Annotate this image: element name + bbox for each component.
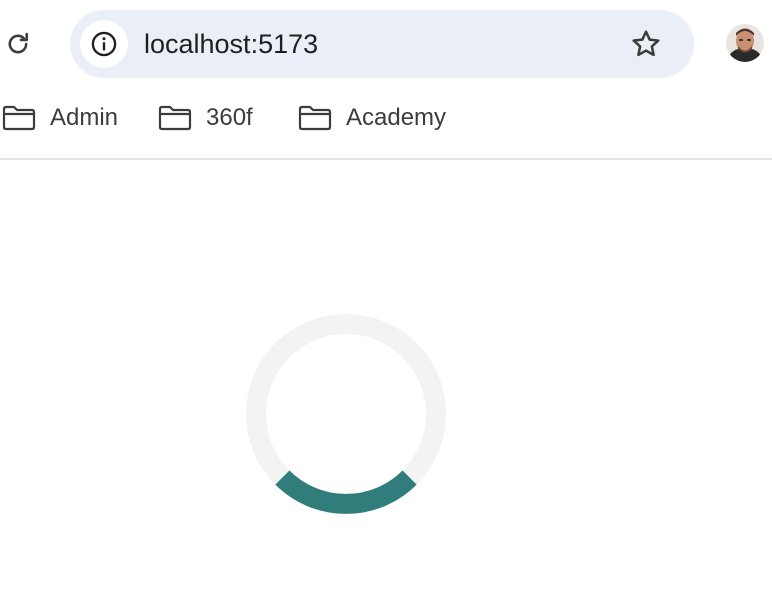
address-bar[interactable]: localhost:5173 (70, 10, 694, 78)
avatar-image (726, 24, 764, 62)
browser-toolbar: localhost:5173 Admin 360f Academy (0, 0, 772, 158)
bookmark-label: Admin (50, 104, 119, 131)
reload-button[interactable] (2, 28, 34, 60)
info-icon (91, 31, 117, 57)
bookmark-folder-academy[interactable]: Academy (298, 96, 446, 140)
folder-icon (298, 105, 332, 131)
bookmark-label: 360f (206, 104, 253, 131)
loading-spinner (246, 314, 446, 514)
spinner-arc (275, 470, 417, 514)
folder-icon (2, 105, 36, 131)
star-icon (632, 30, 660, 57)
bookmarks-bar: Admin 360f Academy (0, 96, 772, 140)
url-text[interactable]: localhost:5173 (144, 27, 318, 61)
folder-icon (158, 105, 192, 131)
bookmark-star-button[interactable] (628, 26, 664, 62)
bookmark-folder-admin[interactable]: Admin (2, 96, 118, 140)
site-info-button[interactable] (80, 20, 128, 68)
reload-icon (8, 32, 29, 54)
profile-avatar[interactable] (726, 24, 764, 62)
bookmark-label: Academy (346, 104, 447, 131)
bookmark-folder-360f[interactable]: 360f (158, 96, 253, 140)
page-content (0, 160, 772, 592)
